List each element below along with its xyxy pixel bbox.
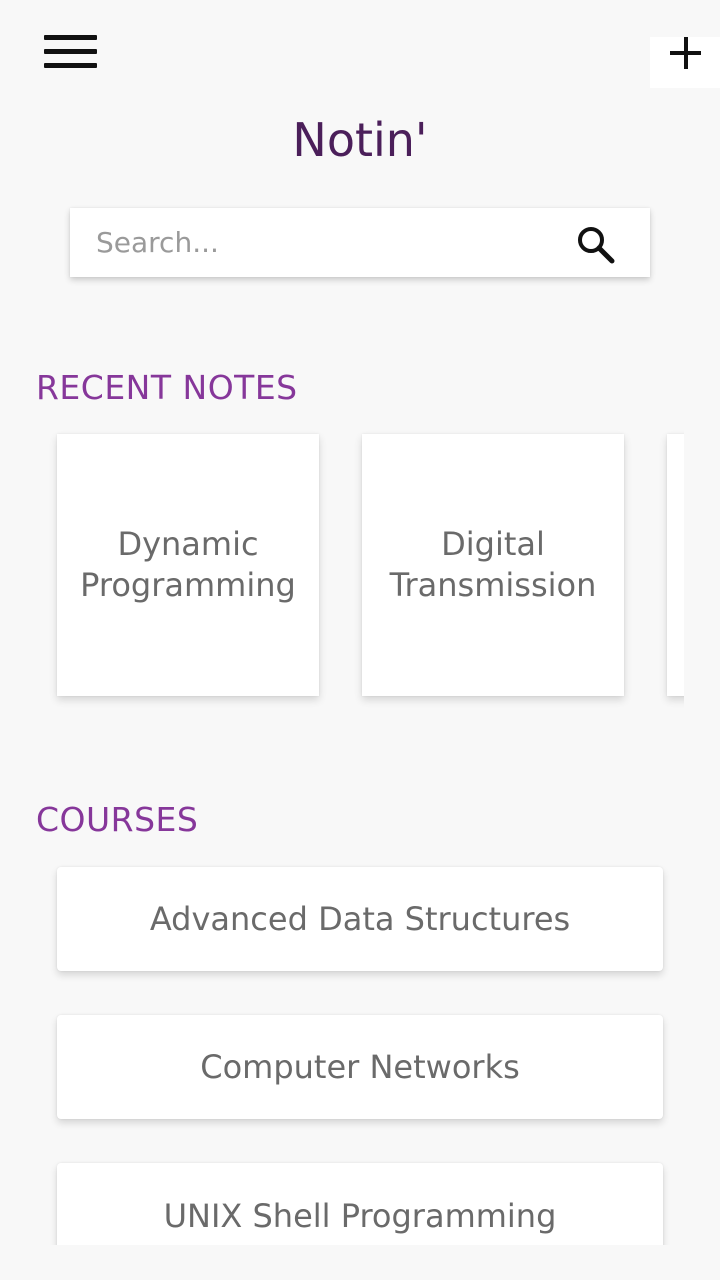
- course-item[interactable]: Advanced Data Structures: [57, 867, 663, 971]
- course-label: Computer Networks: [200, 1048, 520, 1086]
- recent-notes-carousel[interactable]: Dynamic Programming Digital Transmission: [36, 420, 684, 710]
- add-note-button[interactable]: [650, 37, 720, 88]
- hamburger-menu-icon: [44, 35, 97, 40]
- course-label: Advanced Data Structures: [149, 900, 571, 938]
- course-label: UNIX Shell Programming: [163, 1197, 557, 1235]
- hamburger-bar: [44, 63, 97, 68]
- hamburger-bar: [44, 49, 97, 54]
- home-screen: Notin' RECENT NOTES Dynamic Programming …: [0, 0, 720, 1280]
- recent-note-card[interactable]: [667, 434, 684, 696]
- menu-button[interactable]: [40, 32, 100, 74]
- recent-note-card[interactable]: Digital Transmission: [362, 434, 624, 696]
- search-bar: [70, 208, 650, 277]
- courses-heading: COURSES: [36, 800, 199, 839]
- course-item[interactable]: Computer Networks: [57, 1015, 663, 1119]
- plus-icon-vertical: [683, 37, 688, 69]
- search-icon[interactable]: [574, 223, 618, 267]
- bottom-edge: [0, 1245, 720, 1280]
- recent-note-label: Digital Transmission: [389, 525, 597, 604]
- app-title: Notin': [292, 113, 428, 167]
- recent-notes-heading: RECENT NOTES: [36, 368, 298, 407]
- search-input[interactable]: [96, 208, 556, 277]
- recent-note-card[interactable]: Dynamic Programming: [57, 434, 319, 696]
- recent-note-label: Dynamic Programming: [80, 525, 296, 604]
